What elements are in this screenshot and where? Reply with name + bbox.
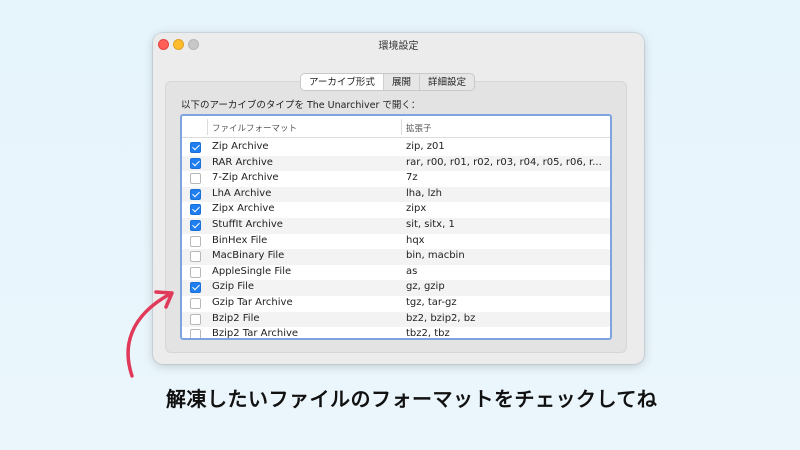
tab-advanced[interactable]: 詳細設定 [420,74,474,90]
format-checkbox[interactable] [190,313,201,325]
format-checkbox[interactable] [190,219,201,231]
tab-archive-formats[interactable]: アーカイブ形式 [301,74,384,90]
table-row[interactable]: BinHex File hqx [182,233,610,250]
table-header: ファイルフォーマット 拡張子 [182,116,610,138]
format-checkbox[interactable] [190,235,201,247]
format-extensions: 7z [406,172,418,184]
pointer-arrow-icon [126,290,174,378]
format-name: Zipx Archive [212,203,275,215]
table-row[interactable]: LhA Archive lha, lzh [182,186,610,203]
format-name: MacBinary File [212,250,285,262]
column-divider [207,119,208,135]
title-bar: 環境設定 [153,33,644,55]
format-checkbox[interactable] [190,173,201,185]
column-header-format[interactable]: ファイルフォーマット [212,122,297,134]
format-checkbox[interactable] [190,251,201,263]
format-table[interactable]: ファイルフォーマット 拡張子 Zip Archive zip, z01 RAR Ar… [180,114,612,340]
table-row[interactable]: Zipx Archive zipx [182,202,610,218]
table-row[interactable]: StuffIt Archive sit, sitx, 1 [182,217,610,234]
format-name: Gzip File [212,281,255,293]
format-checkbox[interactable] [190,329,201,338]
format-extensions: bin, macbin [406,250,465,262]
format-extensions: as [406,265,418,277]
format-name: RAR Archive [212,156,273,168]
format-name: Gzip Tar Archive [212,296,293,308]
preferences-window: 環境設定 アーカイブ形式 展開 詳細設定 以下のアーカイブのタイプを The U… [153,33,644,364]
format-checkbox[interactable] [190,157,201,169]
format-extensions: rar, r00, r01, r02, r03, r04, r05, r06, … [406,156,602,168]
format-name: Zip Archive [212,141,269,152]
table-row[interactable]: Bzip2 File bz2, bzip2, bz [182,311,610,328]
table-row[interactable]: 7-Zip Archive 7z [182,171,610,187]
format-extensions: lha, lzh [406,187,442,199]
description-label: 以下のアーカイブのタイプを The Unarchiver で開く： [181,100,421,111]
format-name: LhA Archive [212,187,272,199]
column-divider [401,119,402,135]
format-extensions: sit, sitx, 1 [406,218,455,230]
format-checkbox[interactable] [190,204,201,216]
format-name: StuffIt Archive [212,218,283,230]
format-name: AppleSingle File [212,265,292,277]
format-name: Bzip2 Tar Archive [212,328,299,340]
table-row[interactable]: AppleSingle File as [182,264,610,281]
format-checkbox[interactable] [190,142,201,153]
table-row[interactable]: RAR Archive rar, r00, r01, r02, r03, r04,… [182,155,610,172]
format-extensions: tgz, tar-gz [406,296,457,308]
table-row[interactable]: MacBinary File bin, macbin [182,249,610,265]
format-name: BinHex File [212,234,268,246]
column-header-extensions[interactable]: 拡張子 [406,122,432,134]
window-title: 環境設定 [378,41,419,52]
tab-bar: アーカイブ形式 展開 詳細設定 [300,73,475,91]
format-checkbox[interactable] [190,266,201,278]
format-name: 7-Zip Archive [212,172,279,184]
table-row[interactable]: Gzip Tar Archive tgz, tar-gz [182,295,610,312]
format-checkbox[interactable] [190,282,201,294]
table-body: Zip Archive zip, z01 RAR Archive rar, r00, … [182,140,610,340]
format-extensions: hqx [406,234,425,246]
format-checkbox[interactable] [190,188,201,200]
table-row[interactable]: Zip Archive zip, z01 [182,140,610,156]
format-extensions: bz2, bzip2, bz [406,312,476,324]
format-extensions: tbz2, tbz [406,328,450,340]
table-row[interactable]: Gzip File gz, gzip [182,280,610,296]
format-extensions: zip, z01 [406,141,445,152]
instruction-caption: 解凍したいファイルのフォーマットをチェックしてね [166,387,658,411]
format-extensions: gz, gzip [406,281,445,293]
format-checkbox[interactable] [190,297,201,309]
tab-extraction[interactable]: 展開 [384,74,420,90]
table-row[interactable]: Bzip2 Tar Archive tbz2, tbz [182,327,610,340]
format-extensions: zipx [406,203,427,215]
format-name: Bzip2 File [212,312,260,324]
